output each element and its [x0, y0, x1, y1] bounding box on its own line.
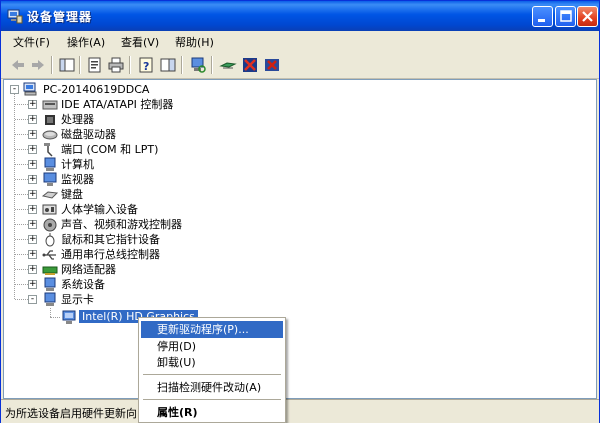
ctx-disable[interactable]: 停用(D): [141, 338, 283, 355]
tree-connector: [50, 317, 60, 318]
show-hide-console-tree-icon[interactable]: [58, 56, 76, 74]
expand-toggle[interactable]: +: [28, 99, 37, 109]
monitor-icon: [43, 172, 57, 186]
sound-icon: [43, 218, 57, 232]
network-adapter-icon: [42, 266, 58, 275]
help-icon[interactable]: ?: [137, 56, 155, 74]
update-driver-icon[interactable]: [219, 56, 237, 74]
expand-toggle[interactable]: +: [28, 249, 37, 259]
system-device-icon: [44, 277, 56, 291]
computer-icon: [44, 157, 56, 171]
window-title: 设备管理器: [27, 10, 93, 24]
tree-item-label[interactable]: 鼠标和其它指针设备: [61, 232, 160, 247]
menu-action[interactable]: 操作(A): [67, 34, 105, 50]
tree-item-label[interactable]: 监视器: [61, 172, 94, 187]
toolbar-separator: [211, 56, 213, 74]
tree-item-label[interactable]: 人体学输入设备: [61, 202, 138, 217]
expand-toggle[interactable]: +: [28, 264, 37, 274]
mouse-icon: [45, 233, 55, 247]
ide-controller-icon: [42, 100, 58, 110]
device-manager-icon: [7, 9, 23, 24]
display-card-icon: [62, 310, 76, 324]
device-tree[interactable]: - PC-20140619DDCA + IDE ATA/ATAPI 控制器 + 处理器…: [3, 79, 597, 399]
port-icon: [44, 143, 53, 157]
close-button[interactable]: [577, 6, 598, 27]
tree-item-label[interactable]: 键盘: [61, 187, 83, 202]
menu-help[interactable]: 帮助(H): [175, 34, 214, 50]
svg-text:?: ?: [143, 60, 149, 73]
tree-item-label[interactable]: 声音、视频和游戏控制器: [61, 217, 182, 232]
display-adapter-icon: [44, 292, 56, 306]
ctx-update-driver[interactable]: 更新驱动程序(P)...: [141, 321, 283, 338]
tree-root-label[interactable]: PC-20140619DDCA: [43, 82, 149, 97]
print-icon[interactable]: [107, 56, 125, 74]
tree-item-label[interactable]: 处理器: [61, 112, 94, 127]
tree-item-label[interactable]: 系统设备: [61, 277, 105, 292]
expand-toggle[interactable]: +: [28, 159, 37, 169]
computer-root-icon: [23, 82, 37, 96]
tree-item-label[interactable]: 通用串行总线控制器: [61, 247, 160, 262]
expand-toggle[interactable]: +: [28, 219, 37, 229]
device-manager-window: 设备管理器 文件(F) 操作(A) 查看(V) 帮助(H) ? - PC-201…: [0, 0, 600, 423]
ctx-properties[interactable]: 属性(R): [141, 404, 283, 421]
properties-icon[interactable]: [86, 56, 104, 74]
expand-toggle[interactable]: +: [28, 144, 37, 154]
maximize-icon: [560, 10, 572, 22]
minimize-icon: [538, 19, 545, 22]
tree-item-label[interactable]: 显示卡: [61, 292, 94, 307]
expand-toggle[interactable]: +: [28, 174, 37, 184]
show-action-pane-icon[interactable]: [159, 56, 177, 74]
close-icon: [582, 11, 593, 22]
collapse-toggle[interactable]: -: [28, 294, 37, 304]
tree-item-label[interactable]: 端口 (COM 和 LPT): [61, 142, 158, 157]
processor-icon: [45, 115, 55, 125]
tree-item-label[interactable]: 磁盘驱动器: [61, 127, 116, 142]
status-bar: 为所选设备启用硬件更新向: [1, 399, 599, 423]
uninstall-device-icon[interactable]: [263, 56, 281, 74]
maximize-button[interactable]: [555, 6, 576, 27]
toolbar-separator: [129, 56, 131, 74]
tree-connector: [50, 308, 51, 317]
usb-icon: [42, 250, 56, 260]
hid-icon: [42, 204, 57, 215]
ctx-scan-hardware[interactable]: 扫描检测硬件改动(A): [141, 379, 283, 396]
ctx-uninstall[interactable]: 卸载(U): [141, 354, 283, 371]
keyboard-icon: [42, 191, 58, 199]
tree-item-label[interactable]: 计算机: [61, 157, 94, 172]
toolbar: ?: [1, 52, 599, 79]
title-bar[interactable]: 设备管理器: [1, 1, 599, 31]
scan-hardware-icon[interactable]: [189, 56, 207, 74]
collapse-toggle[interactable]: -: [10, 84, 19, 94]
toolbar-separator: [79, 56, 81, 74]
back-arrow-icon[interactable]: [9, 56, 27, 74]
ctx-separator: [143, 374, 281, 375]
menu-view[interactable]: 查看(V): [121, 34, 159, 50]
tree-item-label[interactable]: IDE ATA/ATAPI 控制器: [61, 97, 173, 112]
forward-arrow-icon[interactable]: [29, 56, 47, 74]
expand-toggle[interactable]: +: [28, 129, 37, 139]
menu-bar: 文件(F) 操作(A) 查看(V) 帮助(H): [1, 31, 599, 53]
expand-toggle[interactable]: +: [28, 204, 37, 214]
status-text: 为所选设备启用硬件更新向: [5, 407, 137, 420]
expand-toggle[interactable]: +: [28, 234, 37, 244]
expand-toggle[interactable]: +: [28, 114, 37, 124]
expand-toggle[interactable]: +: [28, 189, 37, 199]
menu-file[interactable]: 文件(F): [13, 34, 50, 50]
context-menu: 更新驱动程序(P)... 停用(D) 卸载(U) 扫描检测硬件改动(A) 属性(…: [138, 317, 286, 423]
disk-drive-icon: [42, 130, 58, 140]
ctx-separator: [143, 399, 281, 400]
toolbar-separator: [181, 56, 183, 74]
toolbar-separator: [51, 56, 53, 74]
expand-toggle[interactable]: +: [28, 279, 37, 289]
tree-item-label[interactable]: 网络适配器: [61, 262, 116, 277]
minimize-button[interactable]: [532, 6, 553, 27]
disable-device-icon[interactable]: [241, 56, 259, 74]
